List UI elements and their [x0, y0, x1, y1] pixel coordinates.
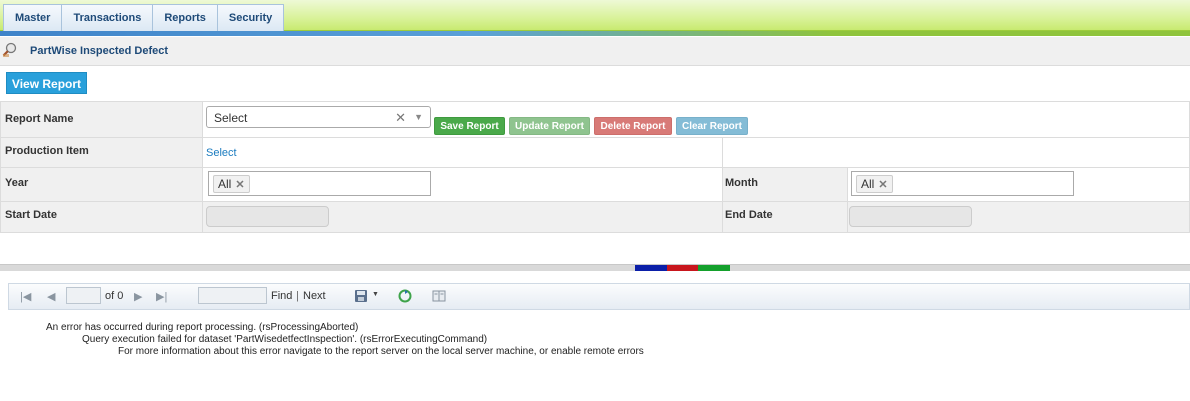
- report-viewer-toolbar: [8, 283, 1190, 310]
- error-message: An error has occurred during report proc…: [46, 322, 359, 333]
- row-production-item: [1, 138, 1189, 168]
- chevron-down-icon[interactable]: ▼: [414, 112, 423, 122]
- clear-icon[interactable]: ✕: [395, 110, 406, 126]
- column-divider: [847, 168, 848, 232]
- page-title-bar: PartWise Inspected Defect: [0, 37, 1190, 66]
- error-message: Query execution failed for dataset 'Part…: [82, 334, 488, 345]
- save-report-button[interactable]: Save Report: [434, 117, 505, 135]
- clear-report-button[interactable]: Clear Report: [676, 117, 748, 135]
- report-name-select[interactable]: Select ✕ ▼: [206, 106, 431, 128]
- column-divider: [722, 138, 723, 232]
- year-label: Year: [5, 177, 29, 189]
- magnifier-icon: [2, 42, 17, 57]
- find-input[interactable]: [198, 287, 267, 304]
- production-item-label: Production Item: [5, 145, 89, 157]
- splitter-mark: [635, 265, 667, 271]
- end-date-label: End Date: [725, 209, 773, 221]
- print-layout-icon[interactable]: [432, 289, 446, 303]
- view-report-button[interactable]: View Report: [6, 72, 87, 94]
- panel-splitter[interactable]: [0, 264, 1190, 271]
- report-name-label: Report Name: [5, 113, 74, 125]
- next-page-icon[interactable]: ▶: [134, 290, 142, 303]
- year-chip: All ✕: [213, 175, 250, 193]
- date-row-bg: [202, 202, 1189, 232]
- page-of-label: of 0: [105, 290, 124, 302]
- prev-page-icon[interactable]: ◀: [47, 290, 55, 303]
- start-date-label: Start Date: [5, 209, 57, 221]
- find-link[interactable]: Find: [271, 290, 292, 302]
- export-icon[interactable]: [354, 289, 368, 303]
- tab-transactions[interactable]: Transactions: [61, 4, 154, 31]
- month-label: Month: [725, 177, 758, 189]
- delete-report-button[interactable]: Delete Report: [594, 117, 672, 135]
- year-multiselect[interactable]: All ✕: [208, 171, 431, 196]
- first-page-icon[interactable]: |◀: [20, 290, 31, 303]
- production-item-select-link[interactable]: Select: [206, 147, 237, 159]
- start-date-input[interactable]: [206, 206, 329, 227]
- tab-security[interactable]: Security: [216, 4, 285, 31]
- month-chip-label: All: [861, 177, 875, 191]
- year-chip-label: All: [218, 177, 232, 191]
- month-chip: All ✕: [856, 175, 893, 193]
- last-page-icon[interactable]: ▶|: [156, 290, 167, 303]
- refresh-icon[interactable]: [398, 289, 412, 303]
- error-message: For more information about this error na…: [118, 346, 644, 357]
- page-number-input[interactable]: [66, 287, 101, 304]
- page-title: PartWise Inspected Defect: [30, 45, 169, 57]
- month-multiselect[interactable]: All ✕: [851, 171, 1074, 196]
- top-nav-underline: [0, 31, 1190, 36]
- report-name-select-value: Select: [214, 111, 248, 125]
- splitter-mark: [667, 265, 698, 271]
- chevron-down-icon[interactable]: ▼: [372, 291, 379, 298]
- toolbar-separator: |: [296, 290, 299, 302]
- update-report-button[interactable]: Update Report: [509, 117, 590, 135]
- remove-chip-icon[interactable]: ✕: [235, 179, 244, 191]
- column-divider: [202, 102, 203, 232]
- tab-master[interactable]: Master: [3, 4, 63, 31]
- end-date-input[interactable]: [849, 206, 972, 227]
- remove-chip-icon[interactable]: ✕: [878, 179, 887, 191]
- tab-reports[interactable]: Reports: [152, 4, 218, 31]
- splitter-mark: [698, 265, 730, 271]
- next-link[interactable]: Next: [303, 290, 326, 302]
- main-tabs: Master Transactions Reports Security: [3, 4, 285, 31]
